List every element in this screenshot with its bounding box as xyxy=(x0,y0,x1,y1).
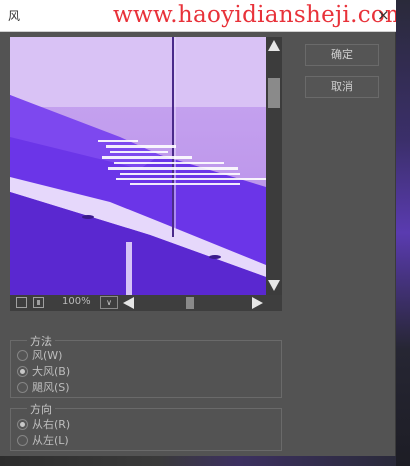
scroll-right-arrow-icon[interactable] xyxy=(252,297,263,309)
radio-circle-icon[interactable] xyxy=(17,381,28,393)
background-strip xyxy=(396,0,410,466)
zoom-level: 100% xyxy=(62,296,91,307)
ok-button[interactable]: 确定 xyxy=(305,44,379,66)
dialog-buttons: 确定 取消 xyxy=(305,44,379,108)
dialog-title: 风 xyxy=(8,9,21,23)
method-option-label: 飓风(S) xyxy=(32,381,70,394)
zoom-dropdown-chevron-icon[interactable]: ∨ xyxy=(100,296,118,309)
close-icon[interactable]: × xyxy=(377,6,390,24)
vertical-scroll-thumb[interactable] xyxy=(268,78,280,108)
direction-group: 方向 从右(R) 从左(L) xyxy=(10,401,282,451)
radio-selected-icon[interactable] xyxy=(17,418,28,430)
direction-option-from-right[interactable]: 从右(R) xyxy=(17,416,71,431)
wind-filter-dialog: 风 www.haoyidiansheji.com × 100% ∨ 确定 取消 … xyxy=(0,0,407,466)
horizontal-scroll-thumb[interactable] xyxy=(186,297,194,309)
direction-option-label: 从左(L) xyxy=(32,434,69,447)
direction-legend: 方向 xyxy=(27,401,55,417)
method-option-label: 风(W) xyxy=(32,349,63,362)
zoom-out-icon[interactable] xyxy=(16,297,27,308)
cancel-button[interactable]: 取消 xyxy=(305,76,379,98)
method-option-blast[interactable]: 大风(B) xyxy=(17,363,71,378)
preview-vertical-scrollbar[interactable] xyxy=(266,37,282,295)
method-option-stagger[interactable]: 飓风(S) xyxy=(17,379,70,394)
method-option-wind[interactable]: 风(W) xyxy=(17,347,63,362)
radio-circle-icon[interactable] xyxy=(17,434,28,446)
scroll-down-arrow-icon[interactable] xyxy=(268,280,280,291)
scroll-up-arrow-icon[interactable] xyxy=(268,40,280,51)
direction-option-from-left[interactable]: 从左(L) xyxy=(17,432,69,447)
watermark-text: www.haoyidiansheji.com xyxy=(113,2,408,28)
direction-option-label: 从右(R) xyxy=(32,418,71,431)
method-option-label: 大风(B) xyxy=(32,365,71,378)
radio-circle-icon[interactable] xyxy=(17,349,28,361)
scroll-left-arrow-icon[interactable] xyxy=(123,297,134,309)
zoom-in-icon[interactable] xyxy=(33,297,44,308)
filter-preview[interactable] xyxy=(10,37,266,295)
preview-toolbar: 100% ∨ xyxy=(10,295,282,311)
background-strip xyxy=(0,456,396,466)
preview-image xyxy=(10,37,266,295)
method-group: 方法 风(W) 大风(B) 飓风(S) xyxy=(10,333,282,398)
radio-selected-icon[interactable] xyxy=(17,365,28,377)
title-bar: 风 www.haoyidiansheji.com × xyxy=(0,0,407,32)
